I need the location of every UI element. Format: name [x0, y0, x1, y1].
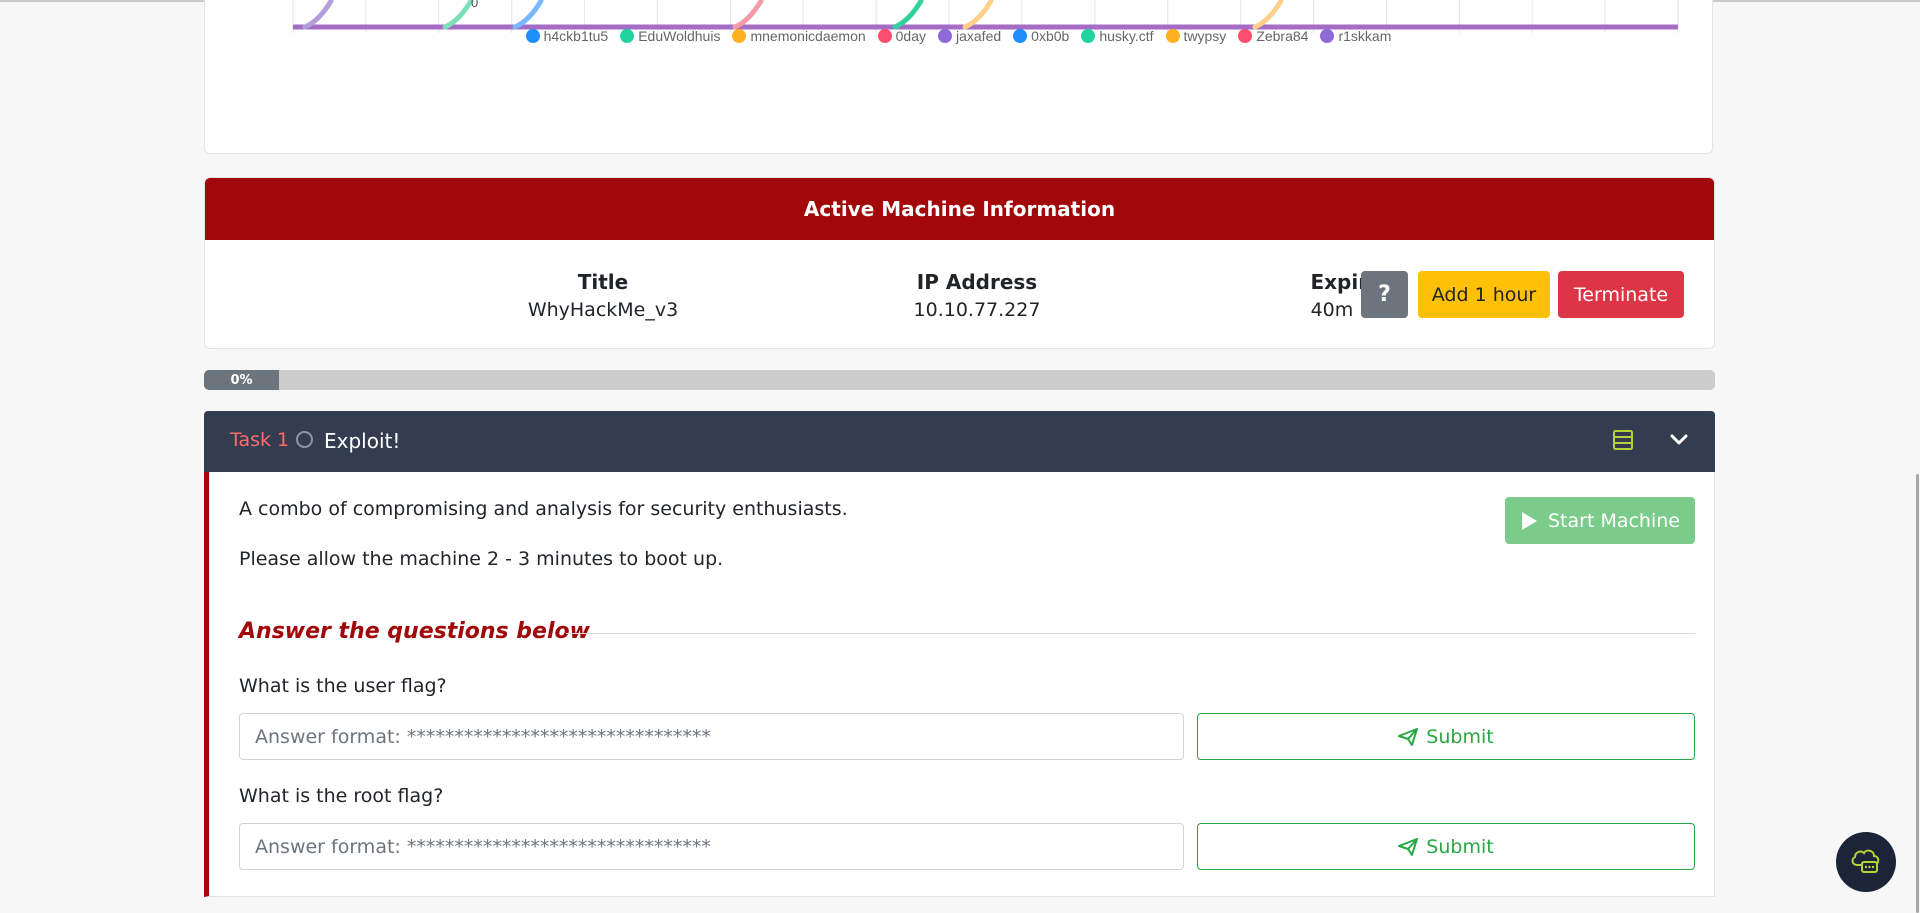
legend-label: mnemonicdaemon: [750, 28, 866, 44]
chat-cloud-icon: [1851, 849, 1880, 873]
active-machine-header: Active Machine Information: [205, 178, 1714, 240]
terminate-button[interactable]: Terminate: [1558, 271, 1684, 318]
chart-series-curve: [892, 0, 924, 30]
task-progress-fill: 0%: [204, 370, 279, 390]
question-1-submit-label: Submit: [1426, 725, 1494, 748]
paper-plane-icon: [1398, 727, 1419, 746]
question-2-answer-input[interactable]: [239, 823, 1184, 870]
active-machine-card: Active Machine Information Title WhyHack…: [204, 177, 1715, 349]
question-1-submit-button[interactable]: Submit: [1197, 713, 1695, 760]
legend-color-swatch: [1081, 29, 1096, 43]
machine-title-label: Title: [577, 270, 629, 294]
question-2-submit-button[interactable]: Submit: [1197, 823, 1695, 870]
task-description: A combo of compromising and analysis for…: [239, 498, 848, 520]
chart-series-lines: [293, 0, 1678, 30]
legend-item-6[interactable]: husky.ctf: [1081, 28, 1154, 44]
chart-series-curve: [962, 0, 994, 30]
task-title: Exploit!: [324, 429, 401, 453]
answer-heading-divider: [566, 633, 1695, 634]
machine-title-block: Title WhyHackMe_v3: [453, 268, 753, 324]
machine-ip-label: IP Address: [916, 270, 1038, 294]
machine-ip-value: 10.10.77.227: [913, 299, 1041, 321]
machine-list-icon[interactable]: [1612, 429, 1634, 455]
legend-color-swatch: [620, 29, 635, 43]
legend-label: Zebra84: [1256, 28, 1309, 44]
legend-item-0[interactable]: h4ckb1tu5: [525, 28, 609, 44]
legend-label: EduWoldhuis: [638, 28, 721, 44]
machine-help-button[interactable]: ?: [1361, 271, 1408, 318]
legend-item-5[interactable]: 0xb0b: [1013, 28, 1069, 44]
machine-title-value: WhyHackMe_v3: [527, 299, 679, 321]
task-boot-note: Please allow the machine 2 - 3 minutes t…: [239, 548, 724, 570]
legend-label: h4ckb1tu5: [543, 28, 609, 44]
legend-color-swatch: [1165, 29, 1180, 43]
support-chat-button[interactable]: [1836, 832, 1896, 892]
legend-label: r1skkam: [1338, 28, 1392, 44]
legend-label: 0day: [895, 28, 926, 44]
legend-item-9[interactable]: r1skkam: [1320, 28, 1391, 44]
chart-series-curve: [302, 0, 334, 30]
task-body: A combo of compromising and analysis for…: [204, 472, 1715, 897]
legend-label: husky.ctf: [1099, 28, 1154, 44]
chart-series-curve: [512, 0, 544, 30]
chart-series-curve: [732, 0, 764, 30]
legend-item-7[interactable]: twypsy: [1165, 28, 1227, 44]
legend-item-2[interactable]: mnemonicdaemon: [732, 28, 866, 44]
add-1-hour-button[interactable]: Add 1 hour: [1418, 271, 1550, 318]
legend-label: 0xb0b: [1031, 28, 1070, 44]
machine-ip-block: IP Address 10.10.77.227: [827, 268, 1127, 324]
chart-legend: h4ckb1tu5 EduWoldhuis mnemonicdaemon 0day ja…: [205, 26, 1712, 46]
start-machine-label: Start Machine: [1548, 509, 1680, 532]
task-number: Task 1: [230, 429, 290, 451]
task-header[interactable]: Task 1 Exploit!: [204, 411, 1715, 472]
legend-color-swatch: [732, 29, 747, 43]
legend-item-1[interactable]: EduWoldhuis: [620, 28, 720, 44]
y-axis-zero-label: 0: [471, 0, 479, 10]
question-2-submit-label: Submit: [1426, 835, 1494, 858]
task-progress-bar: 0%: [204, 370, 1715, 390]
legend-color-swatch: [1013, 29, 1028, 43]
legend-color-swatch: [938, 29, 952, 43]
chevron-down-icon[interactable]: [1670, 432, 1688, 451]
legend-color-swatch: [1320, 29, 1335, 43]
chart-series-curve: [1252, 0, 1284, 30]
legend-item-3[interactable]: 0day: [877, 28, 926, 44]
legend-label: jaxafed: [956, 28, 1002, 44]
legend-item-8[interactable]: Zebra84: [1238, 28, 1308, 44]
legend-color-swatch: [525, 29, 540, 43]
paper-plane-icon: [1398, 837, 1419, 856]
legend-color-swatch: [877, 29, 892, 43]
leaderboard-chart-card: 0 h4ckb1tu5 EduWoldhuis mnemonicdaemon 0day…: [204, 0, 1713, 154]
leaderboard-chart: [292, 0, 1679, 33]
play-icon: [1522, 511, 1537, 530]
question-2-label: What is the root flag?: [239, 785, 444, 807]
chart-series-curve: [442, 0, 474, 30]
page-scrollbar-thumb[interactable]: [1916, 474, 1919, 913]
start-machine-button[interactable]: Start Machine: [1505, 497, 1695, 544]
task-status-circle-icon: [296, 431, 313, 448]
question-1-label: What is the user flag?: [239, 675, 447, 697]
question-1-answer-input[interactable]: [239, 713, 1184, 760]
legend-color-swatch: [1238, 29, 1253, 43]
answer-questions-heading: Answer the questions below: [239, 619, 590, 644]
legend-label: twypsy: [1183, 28, 1227, 44]
legend-item-4[interactable]: jaxafed: [938, 28, 1001, 44]
